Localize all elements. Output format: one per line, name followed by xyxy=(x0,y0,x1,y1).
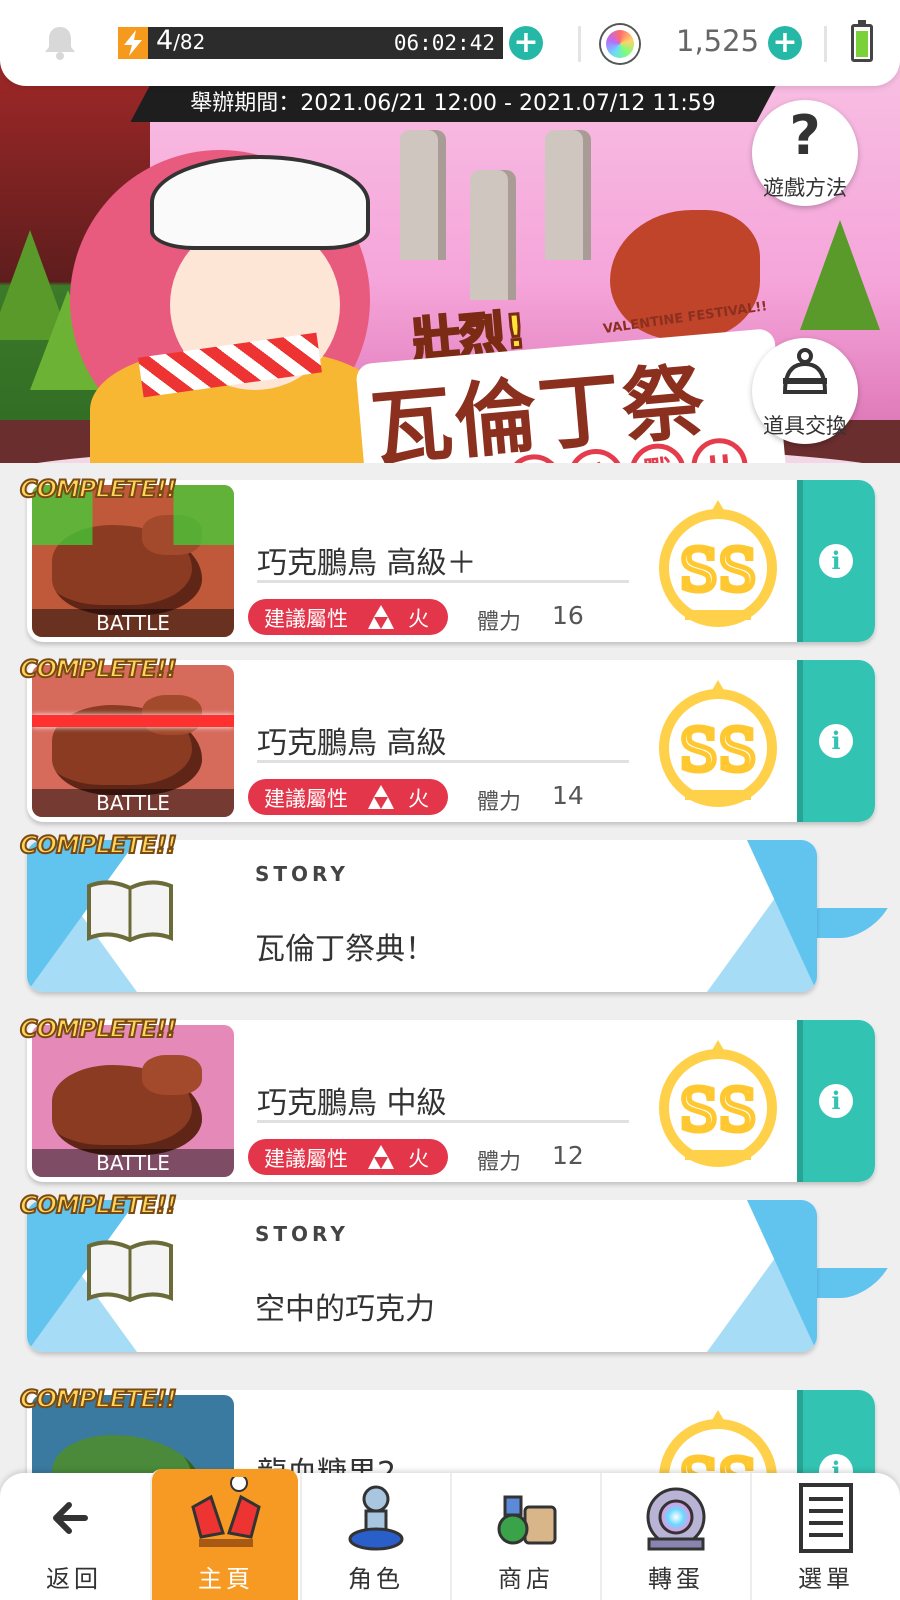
svg-text:SS: SS xyxy=(679,1446,757,1473)
event-logo: 壯烈! VALENTINE FESTIVAL!! 瓦倫丁祭典 攻防戰!! xyxy=(331,273,795,463)
svg-text:SS: SS xyxy=(679,1076,757,1144)
info-icon: i xyxy=(819,1084,853,1118)
battle-quest-card[interactable]: BATTLE 巧克鵬鳥 高級 建議屬性 火 體力 14 SS i xyxy=(27,660,875,822)
stamina-cost-label: 體力 xyxy=(477,790,522,815)
gem-count: 1,525 xyxy=(676,24,760,58)
how-to-play-button[interactable]: ? 遊戲方法 xyxy=(752,100,858,206)
fire-attribute-icon xyxy=(368,605,394,629)
stamina-max: /82 xyxy=(173,30,206,54)
recommended-attribute-badge: 建議屬性 火 xyxy=(248,1139,448,1175)
stamina-cost-label: 體力 xyxy=(477,1150,522,1175)
info-icon: i xyxy=(819,544,853,578)
add-stamina-button[interactable]: + xyxy=(509,26,543,60)
story-card-body: STORY 空中的巧克力 xyxy=(27,1200,817,1352)
fire-attribute-icon xyxy=(368,785,394,809)
item-exchange-button[interactable]: 道具交換 xyxy=(752,338,858,444)
divider xyxy=(824,26,827,62)
divider xyxy=(578,26,581,62)
bell-icon[interactable] xyxy=(40,22,80,62)
nav-gacha[interactable]: 轉蛋 xyxy=(600,1473,748,1600)
stamina-cost: 14 xyxy=(552,781,584,810)
complete-badge: COMPLETE!! xyxy=(19,474,178,504)
story-quest-card[interactable]: STORY 空中的巧克力 xyxy=(27,1200,888,1352)
info-icon: i xyxy=(819,1454,853,1473)
menu-list-icon xyxy=(799,1483,853,1553)
bottom-navigation: 返回 主頁 角色 商店 轉蛋 選單 xyxy=(0,1469,900,1600)
recommended-attribute-badge: 建議屬性 火 xyxy=(248,779,448,815)
story-label: STORY xyxy=(255,862,349,886)
stamina-current: 4/82 xyxy=(156,25,206,56)
book-icon xyxy=(87,1240,173,1303)
battle-thumbnail: BATTLE xyxy=(32,1025,234,1177)
quest-info-button[interactable]: i xyxy=(797,660,875,822)
complete-badge: COMPLETE!! xyxy=(19,1190,178,1220)
ss-rank-icon: SS xyxy=(659,680,777,807)
battle-quest-card[interactable]: BATTLE 巧克鵬鳥 中級 建議屬性 火 體力 12 SS i xyxy=(27,1020,875,1182)
stamina-cost: 16 xyxy=(552,601,584,630)
quest-title: 巧克鵬鳥 高級＋ xyxy=(257,546,477,581)
character-icon xyxy=(348,1485,404,1551)
add-gem-button[interactable]: + xyxy=(768,26,802,60)
nav-character[interactable]: 角色 xyxy=(300,1473,448,1600)
story-label: STORY xyxy=(255,1222,349,1246)
complete-badge: COMPLETE!! xyxy=(19,1384,178,1414)
battery-icon xyxy=(851,20,873,62)
story-quest-card[interactable]: STORY 瓦倫丁祭典！ xyxy=(27,840,888,992)
item-exchange-label: 道具交換 xyxy=(763,414,847,438)
battle-quest-card[interactable]: BATTLE 巧克鵬鳥 高級＋ 建議屬性 火 體力 16 SS i xyxy=(27,480,875,642)
question-icon: ? xyxy=(789,104,821,167)
home-icon xyxy=(191,1477,261,1547)
quest-info-button[interactable]: i xyxy=(797,480,875,642)
how-to-play-label: 遊戲方法 xyxy=(763,176,847,200)
pillar-decoration xyxy=(470,170,516,300)
nav-shop[interactable]: 商店 xyxy=(450,1473,598,1600)
battle-thumbnail: BATTLE xyxy=(32,485,234,637)
quest-info-button[interactable]: i xyxy=(797,1390,875,1473)
nav-back[interactable]: 返回 xyxy=(0,1473,148,1600)
ss-rank-icon: SS xyxy=(659,1040,777,1167)
complete-badge: COMPLETE!! xyxy=(19,830,178,860)
battle-label: BATTLE xyxy=(32,609,234,637)
pillar-decoration xyxy=(400,130,446,260)
battle-label: BATTLE xyxy=(32,1149,234,1177)
divider xyxy=(257,760,629,763)
rainbow-gem-icon xyxy=(601,25,639,63)
battle-label: BATTLE xyxy=(32,789,234,817)
stamina-cost: 12 xyxy=(552,1141,584,1170)
info-icon: i xyxy=(819,724,853,758)
lightning-icon xyxy=(118,27,148,59)
recommended-attribute-badge: 建議屬性 火 xyxy=(248,599,448,635)
back-arrow-icon xyxy=(53,1502,88,1534)
quest-title: 巧克鵬鳥 高級 xyxy=(257,726,447,761)
shop-icon xyxy=(497,1495,557,1545)
book-icon xyxy=(87,880,173,943)
story-card-body: STORY 瓦倫丁祭典！ xyxy=(27,840,817,992)
nav-menu[interactable]: 選單 xyxy=(750,1473,900,1600)
quest-title: 巧克鵬鳥 中級 xyxy=(257,1086,447,1121)
pillar-decoration xyxy=(545,130,591,260)
status-bar: 4/82 06:02:42 + 1,525 + xyxy=(0,0,900,86)
event-period: 舉辦期間：2021.06/21 12:00 - 2021.07/12 11:59 xyxy=(190,91,716,116)
stamina-cost-label: 體力 xyxy=(477,610,522,635)
divider xyxy=(257,580,629,583)
quest-title: 空中的巧克力 xyxy=(255,1292,435,1327)
complete-badge: COMPLETE!! xyxy=(19,1014,178,1044)
quest-title: 瓦倫丁祭典！ xyxy=(255,932,435,967)
quest-info-button[interactable]: i xyxy=(797,1020,875,1182)
stamina-bar: 4/82 06:02:42 xyxy=(118,25,503,59)
gacha-icon xyxy=(646,1487,706,1551)
complete-badge: COMPLETE!! xyxy=(19,654,178,684)
quest-list[interactable]: BATTLE 巧克鵬鳥 高級＋ 建議屬性 火 體力 16 SS i COMPLE… xyxy=(0,463,900,1473)
ss-rank-icon: SS xyxy=(659,500,777,627)
svg-text:SS: SS xyxy=(679,716,757,784)
bag-icon xyxy=(752,342,858,417)
tree-decoration xyxy=(800,220,880,330)
nav-home[interactable]: 主頁 xyxy=(150,1469,298,1600)
ss-rank-icon: SS xyxy=(659,1410,777,1473)
divider xyxy=(257,1120,629,1123)
battle-thumbnail: BATTLE xyxy=(32,665,234,817)
fire-attribute-icon xyxy=(368,1145,394,1169)
svg-text:SS: SS xyxy=(679,536,757,604)
stamina-timer: 06:02:42 xyxy=(393,31,495,55)
